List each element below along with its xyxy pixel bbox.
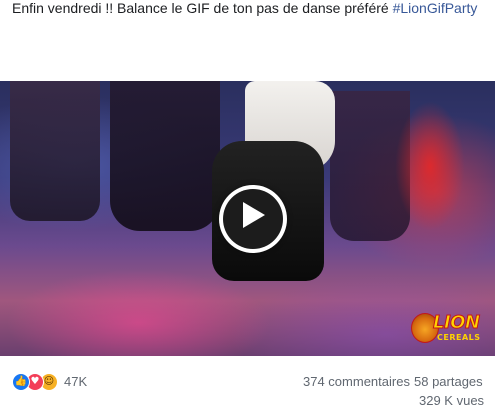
red-blur xyxy=(395,101,465,231)
logo-word: LION xyxy=(433,312,481,334)
logo-subtext: CEREALS xyxy=(437,333,481,342)
post-message: Enfin vendredi !! Balance le GIF de ton … xyxy=(12,0,393,16)
post-footer: 👍 ♥ ☺ 47K 374 commentaires 58 partages 3… xyxy=(0,356,495,408)
hashtag-link[interactable]: #LionGifParty xyxy=(393,0,478,16)
video-player[interactable]: LION CEREALS xyxy=(0,81,495,356)
play-button[interactable] xyxy=(219,185,287,253)
post-text: Enfin vendredi !! Balance le GIF de ton … xyxy=(12,0,488,17)
dancer-legs-left xyxy=(10,81,100,221)
brand-logo: LION CEREALS xyxy=(411,310,489,346)
shares-link[interactable]: 58 partages xyxy=(414,374,483,389)
comments-link[interactable]: 374 commentaires xyxy=(303,374,410,389)
like-icon: 👍 xyxy=(12,373,30,391)
dancer-legs-center xyxy=(110,81,220,231)
play-icon xyxy=(243,202,265,228)
views-count: 329 K vues xyxy=(419,393,485,408)
reaction-count: 47K xyxy=(64,374,88,389)
